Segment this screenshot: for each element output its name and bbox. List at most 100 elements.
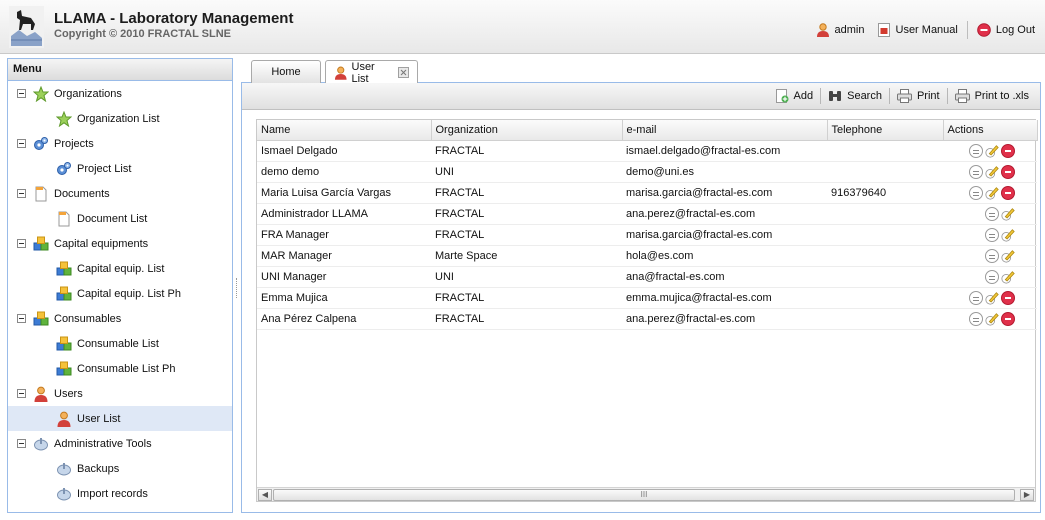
edit-icon[interactable] xyxy=(985,186,999,200)
cell-organization: FRACTAL xyxy=(431,224,622,246)
app-title: LLAMA - Laboratory Management xyxy=(54,10,294,27)
tab-home[interactable]: Home xyxy=(251,60,321,83)
view-icon[interactable] xyxy=(969,311,983,326)
edit-icon[interactable] xyxy=(1001,228,1015,242)
menu-item-backups[interactable]: Backups xyxy=(8,456,232,481)
column-header-e-mail[interactable]: e-mail xyxy=(622,120,828,141)
menu-group-administrative-tools[interactable]: Administrative Tools xyxy=(8,431,232,456)
scroll-thumb[interactable]: III xyxy=(273,489,1015,501)
delete-icon[interactable] xyxy=(1001,143,1015,158)
edit-icon[interactable] xyxy=(985,312,999,326)
pdf-icon xyxy=(877,23,890,37)
table-body: Ismael Delgado FRACTAL ismael.delgado@frac… xyxy=(257,140,1037,330)
table-row[interactable]: MAR Manager Marte Space hola@es.com xyxy=(257,245,1037,267)
collapse-toggle-icon[interactable] xyxy=(17,389,26,398)
menu-group-documents[interactable]: Documents xyxy=(8,181,232,206)
table-row[interactable]: Ismael Delgado FRACTAL ismael.delgado@frac… xyxy=(257,140,1037,162)
menu-group-consumables[interactable]: Consumables xyxy=(8,306,232,331)
logout-link[interactable]: Log Out xyxy=(971,23,1041,37)
edit-icon[interactable] xyxy=(985,144,999,158)
cell-email: ana@fractal-es.com xyxy=(622,266,827,288)
menu-group-label: Capital equipments xyxy=(54,237,149,250)
collapse-toggle-icon[interactable] xyxy=(17,314,26,323)
edit-icon[interactable] xyxy=(985,165,999,179)
scroll-left-button[interactable]: ◀ xyxy=(258,489,272,501)
view-icon[interactable] xyxy=(985,206,999,221)
table-row[interactable]: demo demo UNI demo@uni.es xyxy=(257,161,1037,183)
menu-group-users[interactable]: Users xyxy=(8,381,232,406)
edit-icon[interactable] xyxy=(1001,270,1015,284)
menu-panel: Menu Organizations Organization List Proje… xyxy=(7,58,233,513)
user-account-link[interactable]: admin xyxy=(810,23,871,37)
table-row[interactable]: FRA Manager FRACTAL marisa.garcia@fractal-… xyxy=(257,224,1037,246)
app-header: LLAMA - Laboratory Management Copyright … xyxy=(0,0,1045,54)
menu-item-document-list[interactable]: Document List xyxy=(8,206,232,231)
collapse-toggle-icon[interactable] xyxy=(17,439,26,448)
menu-item-capital-equip-list-ph[interactable]: Capital equip. List Ph xyxy=(8,281,232,306)
collapse-toggle-icon[interactable] xyxy=(17,239,26,248)
tab-bar: Home User List xyxy=(241,58,1041,85)
table-row[interactable]: Emma Mujica FRACTAL emma.mujica@fractal-es… xyxy=(257,287,1037,309)
user-grid: Name Organization e-mail Telephone Actions I… xyxy=(256,119,1038,502)
view-icon[interactable] xyxy=(969,290,983,305)
tab-home-label: Home xyxy=(271,66,301,78)
scroll-right-button[interactable]: ▶ xyxy=(1020,489,1034,501)
menu-item-organization-list[interactable]: Organization List xyxy=(8,106,232,131)
add-button[interactable]: Add xyxy=(768,89,821,103)
table-row[interactable]: Ana Pérez Calpena FRACTAL ana.perez@fracta… xyxy=(257,308,1037,330)
collapse-toggle-icon[interactable] xyxy=(17,89,26,98)
menu-group-capital-equipments[interactable]: Capital equipments xyxy=(8,231,232,256)
menu-item-consumable-list-ph[interactable]: Consumable List Ph xyxy=(8,356,232,381)
tab-user-list[interactable]: User List xyxy=(325,60,418,85)
view-icon[interactable] xyxy=(985,227,999,242)
collapse-toggle-icon[interactable] xyxy=(17,189,26,198)
cell-telephone xyxy=(827,224,943,246)
menu-item-user-list[interactable]: User List xyxy=(8,406,232,431)
cell-email: ana.perez@fractal-es.com xyxy=(622,308,827,330)
print-button[interactable]: Print xyxy=(890,89,947,103)
horizontal-scrollbar[interactable]: ◀ III ▶ xyxy=(257,487,1035,501)
cell-name: Ana Pérez Calpena xyxy=(257,308,431,330)
column-header-name[interactable]: Name xyxy=(257,120,432,141)
cubes-icon xyxy=(33,311,49,325)
menu-item-import-records[interactable]: Import records xyxy=(8,481,232,506)
view-icon[interactable] xyxy=(985,248,999,263)
edit-icon[interactable] xyxy=(985,291,999,305)
delete-icon[interactable] xyxy=(1001,185,1015,200)
view-icon[interactable] xyxy=(969,164,983,179)
edit-icon[interactable] xyxy=(1001,207,1015,221)
panel-splitter[interactable] xyxy=(235,58,239,513)
print-xls-button[interactable]: Print to .xls xyxy=(948,89,1036,103)
table-row[interactable]: UNI Manager UNI ana@fractal-es.com xyxy=(257,266,1037,288)
column-header-organization[interactable]: Organization xyxy=(431,120,623,141)
splitter-grip[interactable] xyxy=(236,278,238,298)
view-icon[interactable] xyxy=(969,185,983,200)
menu-item-consumable-list[interactable]: Consumable List xyxy=(8,331,232,356)
cell-actions xyxy=(943,140,1037,162)
edit-icon[interactable] xyxy=(1001,249,1015,263)
user-manual-link[interactable]: User Manual xyxy=(871,23,964,37)
column-header-actions[interactable]: Actions xyxy=(943,120,1038,141)
tab-close-icon[interactable] xyxy=(398,67,409,78)
collapse-toggle-icon[interactable] xyxy=(17,139,26,148)
delete-icon[interactable] xyxy=(1001,311,1015,326)
cubes-icon xyxy=(56,261,72,275)
menu-item-capital-equip-list[interactable]: Capital equip. List xyxy=(8,256,232,281)
delete-icon[interactable] xyxy=(1001,164,1015,179)
menu-group-projects[interactable]: Projects xyxy=(8,131,232,156)
table-row[interactable]: Maria Luisa García Vargas FRACTAL marisa.g… xyxy=(257,182,1037,204)
table-row[interactable]: Administrador LLAMA FRACTAL ana.perez@frac… xyxy=(257,203,1037,225)
search-button[interactable]: Search xyxy=(821,89,889,103)
binoculars-icon xyxy=(829,91,842,101)
delete-icon[interactable] xyxy=(1001,290,1015,305)
menu-group-organizations[interactable]: Organizations xyxy=(8,81,232,106)
cell-email: demo@uni.es xyxy=(622,161,827,183)
view-icon[interactable] xyxy=(985,269,999,284)
main-panel: Home User List Add Search Print Print to… xyxy=(241,58,1041,513)
menu-item-label: Capital equip. List xyxy=(77,262,165,275)
menu-item-label: Document List xyxy=(77,212,148,225)
column-header-telephone[interactable]: Telephone xyxy=(827,120,944,141)
cell-telephone xyxy=(827,287,943,309)
view-icon[interactable] xyxy=(969,143,983,158)
menu-item-project-list[interactable]: Project List xyxy=(8,156,232,181)
